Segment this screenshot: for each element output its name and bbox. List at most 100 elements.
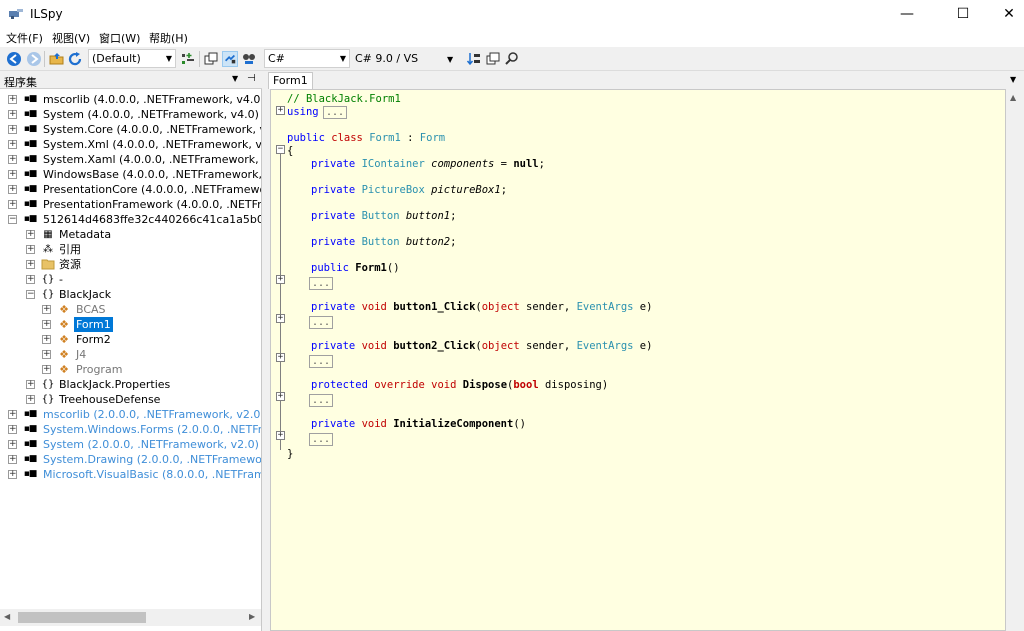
- tree-node-assembly[interactable]: + ▪■ PresentationCore (4.0.0.0, .NETFram…: [0, 182, 261, 197]
- sort-icon[interactable]: [466, 51, 482, 67]
- tree-node-resources[interactable]: + 资源: [0, 257, 261, 272]
- expand-fold-icon[interactable]: +: [276, 106, 285, 115]
- tree-node-metadata[interactable]: + ▦ Metadata: [0, 227, 261, 242]
- tree-node-assembly[interactable]: + ▪■ System.Core (4.0.0.0, .NETFramework…: [0, 122, 261, 137]
- tree-node-assembly[interactable]: + ▪■ mscorlib (2.0.0.0, .NETFramework, v…: [0, 407, 261, 422]
- expand-icon[interactable]: +: [8, 200, 17, 209]
- tree-node-class[interactable]: + ❖ BCAS: [0, 302, 261, 317]
- expand-icon[interactable]: +: [8, 95, 17, 104]
- expand-fold-icon[interactable]: +: [276, 431, 285, 440]
- expand-icon[interactable]: +: [42, 365, 51, 374]
- expand-fold-icon[interactable]: +: [276, 392, 285, 401]
- tree-node-assembly[interactable]: + ▪■ PresentationFramework (4.0.0.0, .NE…: [0, 197, 261, 212]
- tree-node-namespace[interactable]: + {} BlackJack.Properties: [0, 377, 261, 392]
- tree-node-namespace-expanded[interactable]: − {} BlackJack: [0, 287, 261, 302]
- tree-node-assembly[interactable]: + ▪■ System.Windows.Forms (2.0.0.0, .NET…: [0, 422, 261, 437]
- scroll-up-icon[interactable]: ▲: [1010, 93, 1016, 102]
- close-button[interactable]: ✕: [986, 0, 1024, 28]
- tree-node-assembly[interactable]: + ▪■ Microsoft.VisualBasic (8.0.0.0, .NE…: [0, 467, 261, 482]
- tree-node-assembly-expanded[interactable]: − ▪■ 512614d4683ffe32c440266c41ca1a5b0cc…: [0, 212, 261, 227]
- expand-icon[interactable]: +: [8, 185, 17, 194]
- language-version-combo[interactable]: C# 9.0 / VS 2019.8 ▼: [355, 49, 459, 68]
- collapsed-region[interactable]: ...: [309, 355, 334, 368]
- tree-node-assembly[interactable]: + ▪■ System.Xaml (4.0.0.0, .NETFramework…: [0, 152, 261, 167]
- expand-icon[interactable]: +: [8, 170, 17, 179]
- expand-icon[interactable]: +: [8, 140, 17, 149]
- menu-view[interactable]: 视图(V): [52, 30, 90, 46]
- tree-node-assembly[interactable]: + ▪■ System (4.0.0.0, .NETFramework, v4.…: [0, 107, 261, 122]
- manage-lists-icon[interactable]: [180, 51, 196, 67]
- show-internal-types-icon[interactable]: [222, 51, 238, 67]
- expand-icon[interactable]: +: [8, 470, 17, 479]
- tree-node-class[interactable]: + ❖ J4: [0, 347, 261, 362]
- expand-icon[interactable]: +: [26, 275, 35, 284]
- collapsed-region[interactable]: ...: [309, 394, 334, 407]
- menu-help[interactable]: 帮助(H): [149, 30, 188, 46]
- expand-icon[interactable]: +: [8, 410, 17, 419]
- expand-icon[interactable]: +: [42, 335, 51, 344]
- chevron-down-icon[interactable]: ▼: [232, 74, 238, 83]
- tree-node-assembly[interactable]: + ▪■ mscorlib (4.0.0.0, .NETFramework, v…: [0, 92, 261, 107]
- language-combo[interactable]: C# ▼: [264, 49, 350, 68]
- expand-icon[interactable]: +: [26, 395, 35, 404]
- tree-node-assembly[interactable]: + ▪■ System (2.0.0.0, .NETFramework, v2.…: [0, 437, 261, 452]
- namespace-icon: {}: [41, 289, 55, 300]
- code-editor[interactable]: // BlackJack.Form1 + using ... public cl…: [270, 89, 1006, 631]
- expand-icon[interactable]: +: [42, 305, 51, 314]
- tab-form1[interactable]: Form1: [268, 72, 313, 89]
- minimize-button[interactable]: —: [884, 0, 930, 28]
- collapsed-region[interactable]: ...: [309, 316, 334, 329]
- code-vertical-scrollbar[interactable]: ▲: [1006, 89, 1023, 631]
- tree-node-class[interactable]: + ❖ Form2: [0, 332, 261, 347]
- tree-node-class-selected[interactable]: + ❖ Form1: [0, 317, 261, 332]
- scrollbar-thumb[interactable]: [18, 612, 146, 623]
- tree-node-assembly[interactable]: + ▪■ WindowsBase (4.0.0.0, .NETFramework…: [0, 167, 261, 182]
- maximize-button[interactable]: ☐: [940, 0, 986, 28]
- menu-file[interactable]: 文件(F): [6, 30, 43, 46]
- forward-icon[interactable]: [26, 51, 42, 67]
- expand-icon[interactable]: +: [8, 155, 17, 164]
- expand-icon[interactable]: +: [26, 230, 35, 239]
- assembly-icon: ▪■: [23, 94, 38, 104]
- expand-icon[interactable]: +: [26, 245, 35, 254]
- new-window-icon[interactable]: [485, 51, 501, 67]
- chevron-down-icon[interactable]: ▼: [1010, 75, 1016, 84]
- tree-node-namespace[interactable]: + {} -: [0, 272, 261, 287]
- open-folder-icon[interactable]: [49, 51, 65, 67]
- tree-node-assembly[interactable]: + ▪■ System.Drawing (2.0.0.0, .NETFramew…: [0, 452, 261, 467]
- expand-icon[interactable]: +: [8, 125, 17, 134]
- show-all-members-icon[interactable]: [241, 51, 257, 67]
- expand-icon[interactable]: +: [26, 260, 35, 269]
- expand-icon[interactable]: +: [8, 455, 17, 464]
- collapse-icon[interactable]: −: [8, 215, 17, 224]
- expand-fold-icon[interactable]: +: [276, 314, 285, 323]
- expand-icon[interactable]: +: [8, 425, 17, 434]
- tree-horizontal-scrollbar[interactable]: ◀ ▶: [0, 609, 261, 626]
- search-icon[interactable]: [504, 51, 520, 67]
- collapsed-region[interactable]: ...: [309, 433, 334, 446]
- expand-icon[interactable]: +: [26, 380, 35, 389]
- collapsed-region[interactable]: ...: [323, 106, 348, 119]
- code-method: protected override void Dispose(bool dis…: [311, 379, 609, 391]
- back-icon[interactable]: [6, 51, 22, 67]
- scroll-left-icon[interactable]: ◀: [4, 612, 10, 621]
- refresh-icon[interactable]: [67, 51, 83, 67]
- collapse-icon[interactable]: −: [26, 290, 35, 299]
- scroll-right-icon[interactable]: ▶: [249, 612, 255, 621]
- tree-node-assembly[interactable]: + ▪■ System.Xml (4.0.0.0, .NETFramework,…: [0, 137, 261, 152]
- collapse-all-icon[interactable]: [203, 51, 219, 67]
- expand-icon[interactable]: +: [8, 440, 17, 449]
- expand-icon[interactable]: +: [42, 320, 51, 329]
- expand-fold-icon[interactable]: +: [276, 275, 285, 284]
- pin-icon[interactable]: ⊣: [247, 73, 256, 84]
- menu-window[interactable]: 窗口(W): [99, 30, 140, 46]
- collapse-fold-icon[interactable]: −: [276, 145, 285, 154]
- expand-icon[interactable]: +: [42, 350, 51, 359]
- expand-icon[interactable]: +: [8, 110, 17, 119]
- collapsed-region[interactable]: ...: [309, 277, 334, 290]
- expand-fold-icon[interactable]: +: [276, 353, 285, 362]
- tree-node-class[interactable]: + ❖ Program: [0, 362, 261, 377]
- framework-combo[interactable]: (Default) ▼: [88, 49, 176, 68]
- tree-node-references[interactable]: + ⁂ 引用: [0, 242, 261, 257]
- tree-node-namespace[interactable]: + {} TreehouseDefense: [0, 392, 261, 407]
